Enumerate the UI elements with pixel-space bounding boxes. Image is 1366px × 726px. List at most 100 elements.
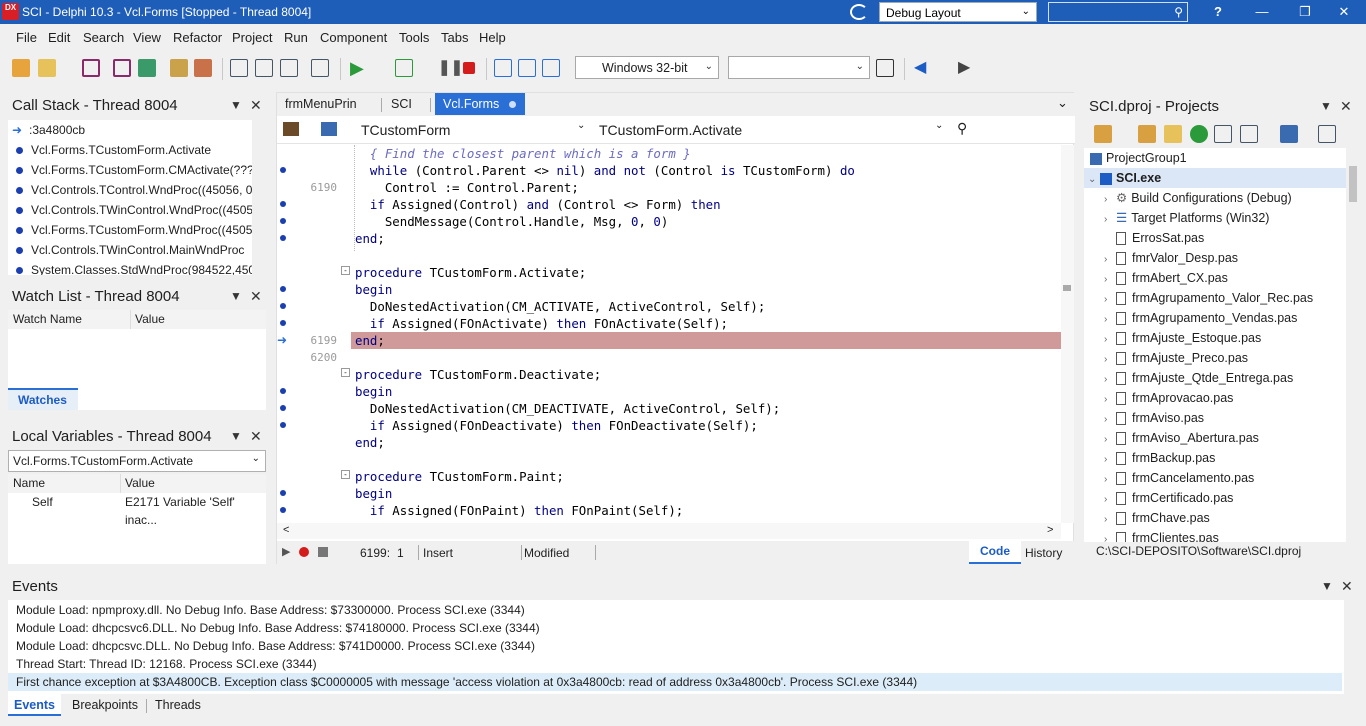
value-column-header[interactable]: Value bbox=[120, 474, 155, 493]
stop-macro-icon[interactable] bbox=[318, 547, 328, 557]
save-all-icon[interactable] bbox=[113, 59, 131, 77]
breakpoint-dot-icon[interactable] bbox=[280, 303, 286, 309]
config-select[interactable]: ⌄ bbox=[728, 56, 870, 79]
tree-item[interactable]: › frmBackup.pas bbox=[1104, 448, 1215, 468]
options-icon[interactable] bbox=[1318, 125, 1336, 143]
new-form-icon[interactable] bbox=[311, 59, 329, 77]
device-icon[interactable] bbox=[876, 59, 894, 77]
context-select[interactable]: Vcl.Forms.TCustomForm.Activate ⌄ bbox=[8, 450, 266, 472]
close-icon[interactable]: ✕ bbox=[250, 288, 262, 305]
close-button[interactable]: ✕ bbox=[1322, 0, 1366, 24]
tree-item[interactable]: › frmChave.pas bbox=[1104, 508, 1210, 528]
chevron-right-icon[interactable]: › bbox=[1104, 190, 1116, 210]
run-icon[interactable]: ▶ bbox=[350, 59, 368, 77]
fold-toggle-icon[interactable]: - bbox=[341, 368, 350, 377]
chevron-right-icon[interactable]: › bbox=[1104, 410, 1116, 430]
menu-search[interactable]: Search bbox=[83, 30, 124, 45]
vertical-scrollbar[interactable] bbox=[252, 120, 266, 275]
breakpoint-dot-icon[interactable] bbox=[280, 201, 286, 207]
open-project-icon[interactable] bbox=[138, 59, 156, 77]
chevron-right-icon[interactable]: › bbox=[1104, 450, 1116, 470]
add-icon[interactable] bbox=[1094, 125, 1112, 143]
name-column-header[interactable]: Name bbox=[13, 474, 45, 493]
list-item[interactable]: ➜:3a4800cb bbox=[8, 120, 85, 140]
view-icon[interactable] bbox=[1214, 125, 1232, 143]
horizontal-scrollbar[interactable]: < > bbox=[277, 523, 1061, 539]
menu-project[interactable]: Project bbox=[232, 30, 272, 45]
menu-edit[interactable]: Edit bbox=[48, 30, 70, 45]
breakpoint-dot-icon[interactable] bbox=[280, 405, 286, 411]
vertical-scrollbar[interactable] bbox=[1346, 148, 1360, 542]
menu-tabs[interactable]: Tabs bbox=[441, 30, 468, 45]
trace-into-icon[interactable] bbox=[494, 59, 512, 77]
watch-name-column-header[interactable]: Watch Name bbox=[13, 310, 82, 329]
tree-item-project-group[interactable]: ProjectGroup1 bbox=[1090, 148, 1187, 168]
chevron-down-icon[interactable]: ⌄ bbox=[935, 120, 943, 131]
breakpoint-dot-icon[interactable] bbox=[280, 507, 286, 513]
watch-value-column-header[interactable]: Value bbox=[130, 310, 165, 329]
tree-item[interactable]: › frmAbert_CX.pas bbox=[1104, 268, 1228, 288]
table-row[interactable]: Self E2171 Variable 'Self' inac... bbox=[8, 493, 266, 527]
new-items-icon[interactable] bbox=[12, 59, 30, 77]
view-units-icon[interactable] bbox=[255, 59, 273, 77]
chevron-right-icon[interactable]: › bbox=[1104, 250, 1116, 270]
menu-view[interactable]: View bbox=[133, 30, 161, 45]
list-item[interactable]: Vcl.Forms.TCustomForm.CMActivate(??? bbox=[8, 160, 254, 180]
unit-icon[interactable] bbox=[283, 122, 299, 136]
platform-select[interactable]: Windows 32-bit ⌄ bbox=[575, 56, 719, 79]
tab-vcl-forms[interactable]: Vcl.Forms bbox=[435, 93, 525, 115]
pin-icon[interactable]: ▼ bbox=[230, 289, 242, 303]
step-over-icon[interactable] bbox=[518, 59, 536, 77]
breakpoint-dot-icon[interactable] bbox=[280, 286, 286, 292]
tree-item[interactable]: › ⚙ Build Configurations (Debug) bbox=[1104, 188, 1292, 208]
search-icon[interactable]: ⚲ bbox=[957, 120, 967, 137]
tree-item[interactable]: › ☰ Target Platforms (Win32) bbox=[1104, 208, 1269, 228]
events-log[interactable]: Module Load: npmproxy.dll. No Debug Info… bbox=[8, 600, 1358, 694]
local-variables-grid[interactable]: Name Value Self E2171 Variable 'Self' in… bbox=[8, 474, 266, 564]
tree-item[interactable]: › frmAviso.pas bbox=[1104, 408, 1204, 428]
tree-item[interactable]: › frmClientes.pas bbox=[1104, 528, 1219, 542]
close-icon[interactable]: ✕ bbox=[250, 428, 262, 445]
project-tree[interactable]: ProjectGroup1 ⌄ SCI.exe › ⚙ Build Configura… bbox=[1084, 148, 1360, 542]
list-item[interactable]: Vcl.Forms.TCustomForm.Activate bbox=[8, 140, 211, 160]
breakpoint-dot-icon[interactable] bbox=[280, 490, 286, 496]
pin-icon[interactable]: ▼ bbox=[230, 98, 242, 112]
tree-item[interactable]: ErrosSat.pas bbox=[1104, 228, 1204, 248]
tree-item[interactable]: › frmAviso_Abertura.pas bbox=[1104, 428, 1259, 448]
close-icon[interactable]: ✕ bbox=[250, 97, 262, 114]
refresh-icon[interactable] bbox=[1190, 125, 1208, 143]
tab-history[interactable]: History bbox=[1025, 546, 1062, 560]
vertical-scrollbar[interactable] bbox=[1344, 600, 1358, 694]
chevron-right-icon[interactable]: › bbox=[1104, 210, 1116, 230]
pin-icon[interactable]: ▼ bbox=[230, 429, 242, 443]
help-button[interactable]: ? bbox=[1196, 0, 1240, 24]
play-macro-icon[interactable]: ▶ bbox=[282, 545, 290, 558]
chevron-down-icon[interactable]: ⌄ bbox=[577, 120, 585, 131]
tab-threads[interactable]: Threads bbox=[149, 694, 207, 716]
open-icon[interactable] bbox=[38, 59, 56, 77]
navigate-back-icon[interactable]: ◀ bbox=[914, 59, 932, 77]
add-to-project-icon[interactable] bbox=[170, 59, 188, 77]
tab-frmmenuprin[interactable]: frmMenuPrin bbox=[277, 93, 365, 115]
list-item[interactable]: Thread Start: Thread ID: 12168. Process … bbox=[16, 655, 317, 673]
menu-refactor[interactable]: Refactor bbox=[173, 30, 222, 45]
breakpoint-dot-icon[interactable] bbox=[280, 422, 286, 428]
menu-tools[interactable]: Tools bbox=[399, 30, 429, 45]
scroll-left-icon[interactable]: < bbox=[283, 524, 289, 536]
chevron-right-icon[interactable]: › bbox=[1104, 310, 1116, 330]
chevron-right-icon[interactable]: › bbox=[1104, 470, 1116, 490]
fold-toggle-icon[interactable]: - bbox=[341, 266, 350, 275]
class-combo[interactable]: TCustomForm bbox=[361, 122, 450, 138]
fold-toggle-icon[interactable]: - bbox=[341, 470, 350, 479]
remove-from-project-icon[interactable] bbox=[194, 59, 212, 77]
record-macro-icon[interactable] bbox=[299, 547, 309, 557]
method-combo[interactable]: TCustomForm.Activate bbox=[599, 122, 742, 138]
tab-breakpoints[interactable]: Breakpoints bbox=[66, 694, 144, 716]
tree-item[interactable]: › frmCancelamento.pas bbox=[1104, 468, 1254, 488]
toggle-form-unit-icon[interactable] bbox=[230, 59, 248, 77]
tree-item[interactable]: › frmAgrupamento_Vendas.pas bbox=[1104, 308, 1297, 328]
tree-item[interactable]: › frmCertificado.pas bbox=[1104, 488, 1233, 508]
list-item[interactable]: Module Load: dhcpcsvc.DLL. No Debug Info… bbox=[16, 637, 535, 655]
tree-item[interactable]: › frmAjuste_Estoque.pas bbox=[1104, 328, 1261, 348]
menu-file[interactable]: File bbox=[16, 30, 37, 45]
